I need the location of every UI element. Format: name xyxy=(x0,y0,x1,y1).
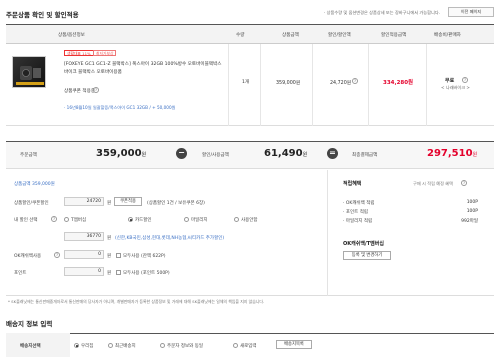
won-unit: 원 xyxy=(107,271,112,276)
coupon-discount-input[interactable]: 24720 xyxy=(64,197,104,206)
card-discount-label: 내 할인 선택 xyxy=(14,218,38,223)
col-discount: 할인/할인액 xyxy=(328,33,351,38)
new-address-radio[interactable] xyxy=(233,343,238,348)
won-unit: 원 xyxy=(107,254,112,259)
recent-option-label[interactable]: 최근배송지 xyxy=(115,343,136,349)
table-header: 상품/옵션정보 수량 상품금액 할인/할인액 할인적용금액 배송비/판매자 xyxy=(6,24,494,44)
card-discount-input[interactable]: 36770 xyxy=(64,232,104,241)
mileage-radio[interactable] xyxy=(184,217,189,222)
card-discount-option-label[interactable]: 카드할인 xyxy=(135,217,152,223)
new-address-label[interactable]: 새로입력 xyxy=(240,343,257,349)
coupon-discount-label: 상품할인/쿠폰할인 xyxy=(14,201,49,206)
benefits-subtitle: 구매 시 적립 예정 혜택 xyxy=(413,181,453,186)
shipping-select-label: 배송지선택 xyxy=(20,344,41,349)
help-icon[interactable]: ? xyxy=(93,87,99,93)
product-image[interactable] xyxy=(12,56,46,88)
card-discount-radio[interactable] xyxy=(128,217,133,222)
won-unit: 원 xyxy=(107,236,112,241)
mileage-label[interactable]: 마일리지 xyxy=(191,217,208,223)
benefit-row-value: 100P xyxy=(466,209,478,214)
total-amount-label: 최종결제금액 xyxy=(352,153,378,158)
shipping-fee: 무료 xyxy=(445,78,455,84)
total-amount-value: 297,510원 xyxy=(427,148,478,159)
product-name[interactable]: [FOXEYE GC1 GC1-Z 블랙박스] 폭스아이 32GB 100%방수… xyxy=(64,61,222,76)
minus-icon: − xyxy=(176,148,187,159)
prev-page-button[interactable]: 이전 페이지 xyxy=(448,7,494,17)
option-info: · 16년8월10일 일괄할증/폭스아이 GC1 32GB / + 50,000… xyxy=(64,105,176,110)
help-icon[interactable]: ? xyxy=(51,216,57,222)
none-radio[interactable] xyxy=(234,217,239,222)
discount-badge: 생활대표 11% xyxy=(64,50,94,56)
product-amount-text: 상품금액 359,000원 xyxy=(14,182,55,187)
price-value: 359,000원 xyxy=(276,81,301,86)
coupon-info-text: (상품할인 1건 / 보유쿠폰 6장) xyxy=(147,201,205,206)
point-use-all-checkbox[interactable] xyxy=(116,270,121,275)
col-qty: 수량 xyxy=(236,33,245,38)
point-input[interactable]: 0 xyxy=(64,267,104,276)
benefit-row-value: 100P xyxy=(466,200,478,205)
point-use-all-label[interactable]: 모두사용 (포인트 500P) xyxy=(123,270,170,276)
tmembership-radio[interactable] xyxy=(64,217,69,222)
col-shipping: 배송비/판매자 xyxy=(434,33,461,38)
benefit-row-label: · 마일리지 적립 xyxy=(343,219,373,224)
home-radio[interactable] xyxy=(74,343,79,348)
page-title: 주문상품 확인 및 할인적용 xyxy=(6,11,79,19)
coupon-status: 상품쿠폰 적용중 xyxy=(64,89,96,94)
col-product: 상품/옵션정보 xyxy=(58,33,85,38)
benefit-row-label: · 포인트 적립 xyxy=(343,210,368,215)
order-amount-value: 359,000원 xyxy=(96,148,147,159)
help-icon[interactable]: ? xyxy=(461,180,467,186)
none-label[interactable]: 사용안함 xyxy=(241,217,258,223)
ok-membership-title: OK캐쉬백/T멤버십 xyxy=(343,241,384,247)
address-list-button[interactable]: 배송지목록 xyxy=(276,340,312,349)
col-price: 상품금액 xyxy=(282,33,299,38)
ok-use-all-label[interactable]: 모두사용 (잔액 622P) xyxy=(123,253,166,259)
ok-use-all-checkbox[interactable] xyxy=(116,253,121,258)
benefit-row-label: · OK캐쉬백 적립 xyxy=(343,201,375,206)
ok-cashbag-input[interactable]: 0 xyxy=(64,250,104,259)
point-label: 포인트 xyxy=(14,271,27,276)
benefit-row-value: 992마일 xyxy=(461,219,478,224)
card-info-text: (신한,KB국민,삼성,현대,롯데,NH농협,씨티카드 추가할인) xyxy=(115,236,225,241)
tmembership-label[interactable]: T멤버십 xyxy=(71,217,86,223)
notice-text: · 상품수량 및 옵션변경은 상품상세 또는 장바구니에서 가능합니다. xyxy=(324,10,440,15)
home-option-label[interactable]: 우리집 xyxy=(81,343,93,349)
col-final: 할인적용금액 xyxy=(381,33,407,38)
discount-amount-label: 할인/사용금액 xyxy=(202,153,229,158)
same-as-orderer-radio[interactable] xyxy=(160,343,165,348)
help-icon[interactable]: ? xyxy=(352,78,358,84)
recent-radio[interactable] xyxy=(108,343,113,348)
benefits-title: 적립혜택 xyxy=(343,181,362,187)
final-price-value: 334,280원 xyxy=(383,80,414,86)
disclaimer-text: * SK플래닛에는 통신판매중개자로서 통신판매의 당사자가 아니며, 개별판매… xyxy=(8,299,265,304)
ok-cashbag-label: OK캐쉬백사용 xyxy=(14,254,42,259)
register-change-button[interactable]: 등록 및 변경하기 xyxy=(343,251,391,260)
won-unit: 원 xyxy=(107,201,112,206)
divider xyxy=(327,170,328,296)
summary-bar xyxy=(6,141,494,169)
quantity-value: 1개 xyxy=(242,80,250,85)
apply-coupon-button[interactable]: 쿠폰적용 xyxy=(114,197,142,206)
help-icon[interactable]: ? xyxy=(462,77,468,83)
lowest-price-badge: 최저가보상 xyxy=(93,50,117,56)
order-amount-label: 주문금액 xyxy=(20,153,37,158)
discount-value: 24,720원 xyxy=(330,81,352,86)
same-as-orderer-label[interactable]: 주문자 정보와 동일 xyxy=(167,343,203,349)
shipping-section-title: 배송지 정보 입력 xyxy=(6,320,53,328)
help-icon[interactable]: ? xyxy=(54,252,60,258)
seller-name[interactable]: < 나래바이크 > xyxy=(441,85,470,91)
discount-amount-value: 61,490원 xyxy=(264,148,308,159)
equals-icon: = xyxy=(327,148,338,159)
